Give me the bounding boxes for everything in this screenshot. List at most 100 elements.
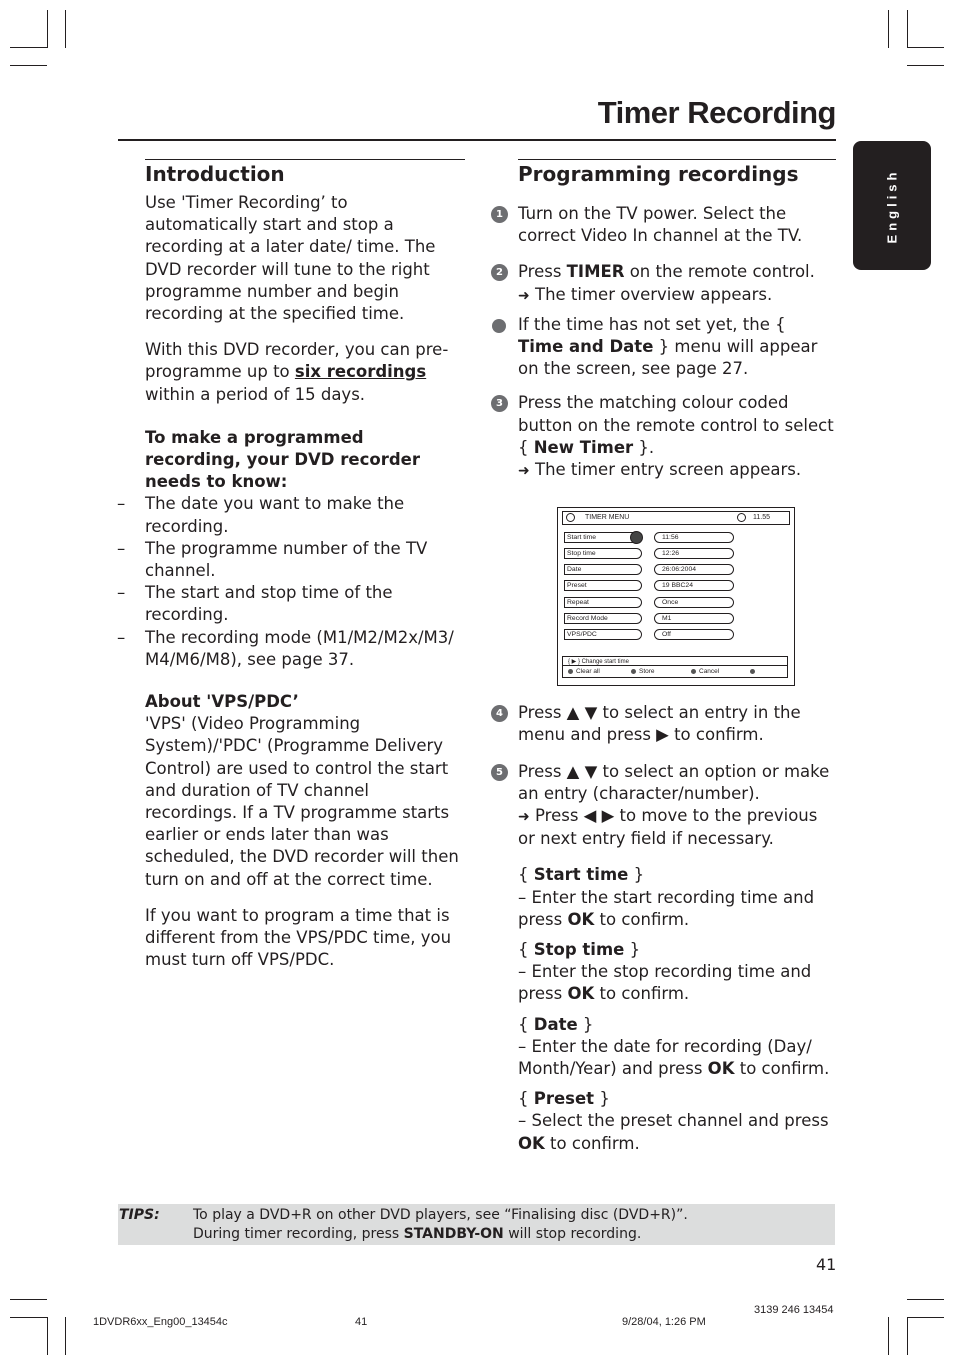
text: will stop recording. [503, 1226, 642, 1242]
brace: { [518, 865, 534, 885]
title-rule [118, 139, 836, 141]
option-desc: – Enter the stop recording time and pres… [518, 961, 836, 1005]
step-text: Press TIMER on the remote control. [518, 261, 836, 283]
row-key: Repeat [564, 597, 642, 608]
crop-mark [47, 1317, 48, 1355]
bullet-icon [492, 318, 506, 333]
vps-heading-text: About 'VPS/PDC’ [145, 692, 299, 712]
crop-mark [65, 10, 66, 48]
cancel-button: Cancel [691, 666, 719, 677]
option-name: Date [533, 1014, 578, 1034]
text: within a period of 15 days. [145, 384, 366, 404]
text: to confirm. [734, 1059, 830, 1079]
brace: { [518, 1089, 534, 1109]
crop-mark [10, 47, 47, 48]
row-key: Record Mode [564, 613, 642, 624]
dash: – [117, 538, 126, 558]
clock-icon [737, 513, 746, 522]
timer-menu-header: TIMER MENU 11.55 [562, 511, 790, 525]
tips-line: To play a DVD+R on other DVD players, se… [193, 1207, 688, 1223]
brace: } [628, 865, 645, 885]
step-5: 5 Press ▲ ▼ to select an option or make … [491, 761, 836, 851]
programming-heading: Programming recordings [518, 162, 799, 186]
row-value: Off [654, 629, 734, 640]
arrow-right-icon: ➜ [518, 809, 530, 826]
crop-mark [10, 65, 47, 66]
step-number-icon: 3 [491, 395, 508, 413]
vps-heading: About 'VPS/PDC’ [145, 691, 465, 713]
tips-box: TIPS: To play a DVD+R on other DVD playe… [118, 1204, 835, 1245]
arrow-right-icon: ➜ [518, 463, 530, 480]
option-title: { Preset } [518, 1088, 836, 1110]
intro-paragraph: Use 'Timer Recording’ to automatically s… [145, 193, 436, 324]
ok-key: OK [567, 984, 595, 1004]
text: Press [518, 262, 567, 282]
step-2: 2 Press TIMER on the remote control. ➜ T… [491, 261, 836, 307]
timer-menu-clock: 11.55 [753, 514, 770, 521]
clock-icon [566, 513, 575, 522]
page-number: 41 [816, 1255, 837, 1274]
button-label: Cancel [699, 668, 720, 675]
color-dot-icon [631, 668, 636, 674]
text: on the remote control. [624, 262, 815, 282]
introduction-section: Introduction Use 'Timer Recording’ to au… [117, 159, 465, 972]
step-text: Turn on the TV power. Select the correct… [518, 204, 803, 246]
dash: – [117, 583, 126, 603]
step-result: ➜ The timer entry screen appears. [518, 459, 836, 482]
brace: } [577, 1014, 594, 1034]
option-start-time: { Start time } – Enter the start recordi… [518, 864, 836, 931]
option-name: Preset [533, 1089, 595, 1109]
list-item-text: The recording mode (M1/M2/M2x/M3/ M4/M6/… [145, 627, 454, 669]
language-tab: English [853, 141, 931, 270]
brace: { [518, 1014, 534, 1034]
crop-mark [10, 1317, 47, 1318]
crop-mark [888, 1317, 889, 1355]
timer-menu-screenshot: TIMER MENU 11.55 Start time 11:56 Stop ti… [557, 507, 795, 686]
row-value: Once [654, 597, 734, 608]
menu-name: New Timer [533, 437, 634, 457]
option-desc: – Enter the start recording time and pre… [518, 887, 836, 931]
key-label: STANDBY-ON [403, 1226, 504, 1242]
color-dot-icon [691, 668, 696, 674]
row-value: M1 [654, 613, 734, 624]
step-1: 1 Turn on the TV power. Select the corre… [491, 203, 836, 247]
crop-mark [907, 1317, 944, 1318]
text: to confirm. [594, 909, 690, 929]
brace: { [518, 940, 534, 960]
crop-mark [888, 10, 889, 48]
step-result: ➜ The timer overview appears. [518, 284, 836, 307]
clear-all-button: Clear all [568, 666, 600, 677]
text: During timer recording, press [193, 1226, 404, 1242]
text: – Select the preset channel and press [518, 1111, 829, 1131]
list-item: – The programme number of the TV channel. [117, 538, 465, 582]
needs-list: – The date you want to make the recording… [117, 493, 465, 671]
step-4: 4 Press ▲ ▼ to select an entry in the me… [491, 702, 836, 746]
step-text: Press the matching colour coded button o… [518, 392, 836, 459]
footer-code: 3139 246 13454 [754, 1304, 834, 1316]
option-name: Start time [533, 865, 629, 885]
text: The timer entry screen appears. [534, 460, 802, 480]
vps-paragraph-2: If you want to program a time that is di… [145, 905, 452, 970]
option-date: { Date } – Enter the date for recording … [518, 1014, 836, 1081]
needs-heading-text: To make a programmed recording, your DVD… [145, 427, 420, 492]
footer-page: 41 [355, 1316, 368, 1328]
step-number-icon: 1 [491, 206, 508, 223]
crop-mark [10, 1299, 47, 1300]
text: Press ◀ ▶ to move to the previous or nex… [518, 806, 818, 849]
page-title: Timer Recording [597, 95, 837, 130]
option-stop-time: { Stop time } – Enter the stop recording… [518, 939, 836, 1006]
step-text: Press ▲ ▼ to select an entry in the menu… [518, 703, 801, 745]
menu-name: Time and Date [518, 337, 654, 357]
list-item: – The recording mode (M1/M2/M2x/M3/ M4/M6… [117, 627, 465, 671]
tips-text: To play a DVD+R on other DVD players, se… [193, 1206, 688, 1244]
row-key: Stop time [564, 548, 642, 559]
text: }. [633, 437, 655, 457]
store-button: Store [631, 666, 655, 677]
crop-mark [907, 1299, 944, 1300]
key-label: TIMER [566, 262, 625, 282]
arrow-right-icon: ➜ [518, 287, 530, 304]
option-title: { Start time } [518, 864, 836, 886]
list-item-text: The programme number of the TV channel. [145, 538, 428, 581]
step-3: 3 Press the matching colour coded button… [491, 392, 836, 482]
option-title: { Date } [518, 1014, 836, 1036]
